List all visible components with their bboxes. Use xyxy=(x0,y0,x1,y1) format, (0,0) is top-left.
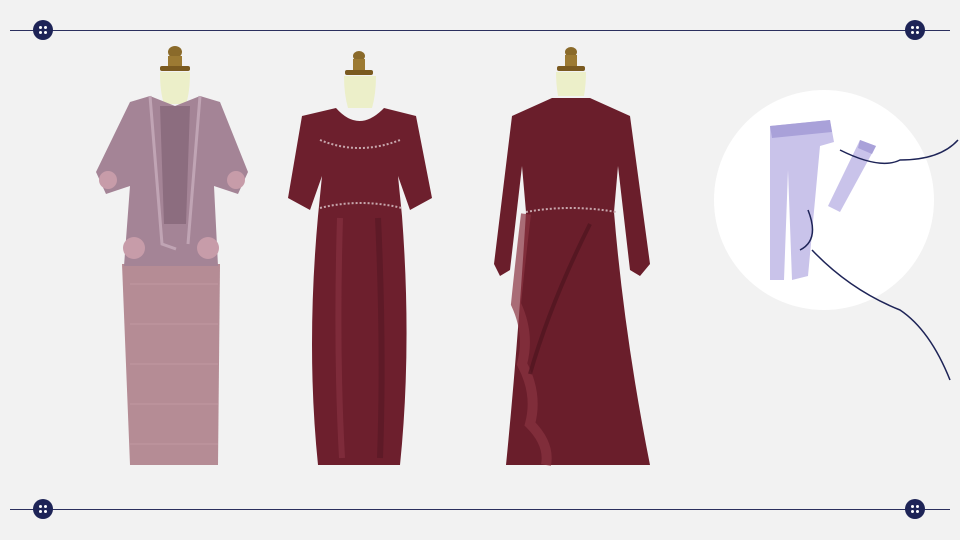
bottom-rule xyxy=(10,509,950,510)
satin-dress-image xyxy=(280,48,440,466)
top-rule xyxy=(10,30,950,31)
kebaya-outfit-image xyxy=(90,44,260,466)
button-dot-bottom-right xyxy=(905,499,925,519)
button-dot-bottom-left xyxy=(33,499,53,519)
decorative-illustration xyxy=(700,80,960,400)
ruffle-dress-image xyxy=(490,44,656,466)
button-dot-top-right xyxy=(905,20,925,40)
button-dot-top-left xyxy=(33,20,53,40)
slide xyxy=(0,0,960,540)
